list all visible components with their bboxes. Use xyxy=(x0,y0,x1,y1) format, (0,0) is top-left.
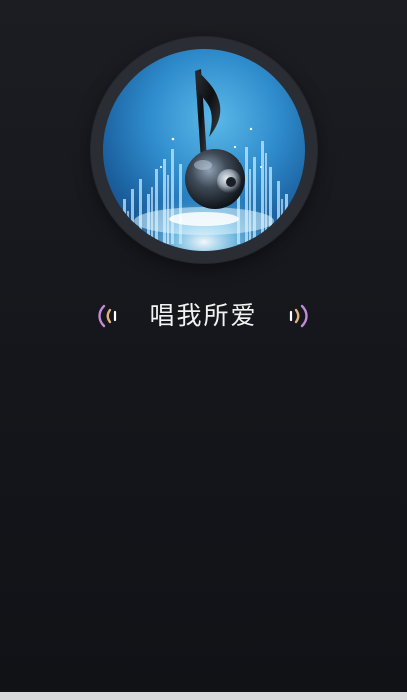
sound-wave-right-icon xyxy=(289,304,308,328)
splash-screen: 唱我所爱 xyxy=(0,0,407,700)
app-title: 唱我所爱 xyxy=(149,301,258,330)
title-row: 唱我所爱 xyxy=(0,296,407,336)
music-note-speaker-icon xyxy=(109,69,299,251)
artwork xyxy=(103,49,305,251)
bottom-edge xyxy=(0,692,407,700)
